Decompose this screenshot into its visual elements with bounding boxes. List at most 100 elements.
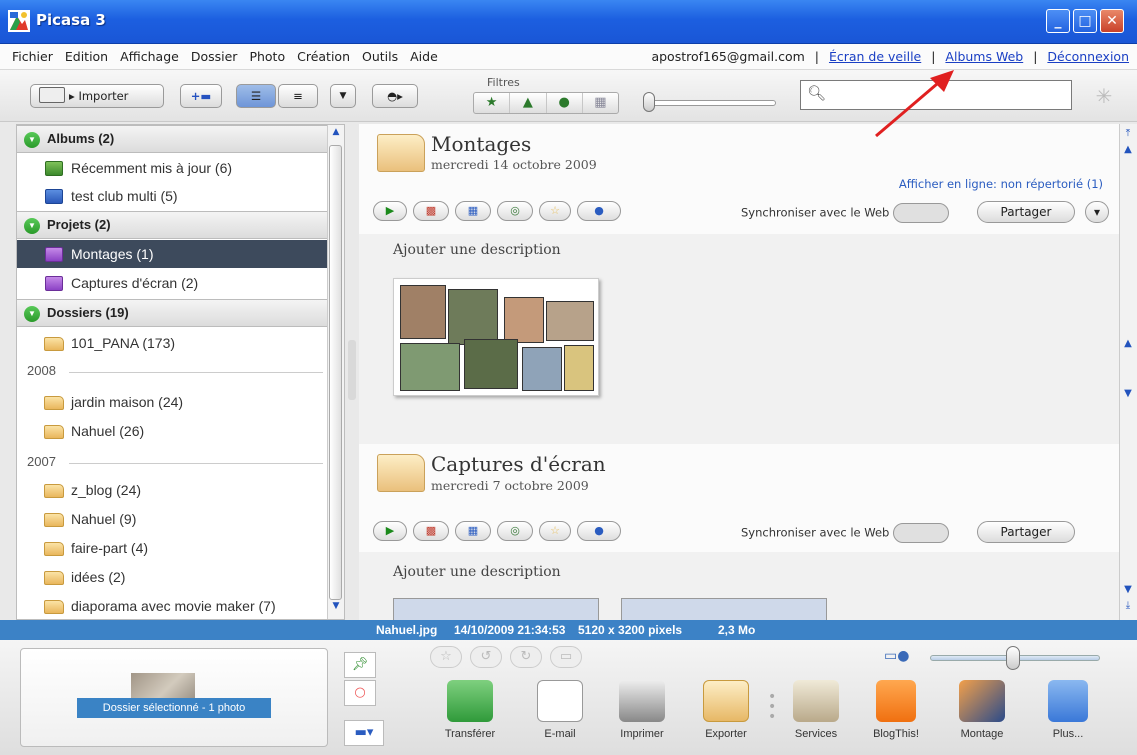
filter-slider-track[interactable] [650, 100, 776, 106]
more-button[interactable]: Plus... [1028, 680, 1108, 752]
sidebar-item-idees[interactable]: idées (2) [17, 563, 327, 591]
tree-view-button[interactable]: ≡ [278, 84, 318, 108]
web-albums-link[interactable]: Albums Web [945, 49, 1023, 64]
scroll-up-icon[interactable]: ▲ [1121, 144, 1135, 158]
group-title[interactable]: Montages [431, 132, 531, 156]
screensaver-link[interactable]: Écran de veille [829, 49, 921, 64]
sync-toggle[interactable] [893, 523, 950, 543]
play-slideshow-button[interactable]: ▶ [373, 521, 407, 541]
email-button[interactable]: E-mail [520, 680, 600, 752]
geotag-button[interactable]: ◎ [497, 521, 533, 541]
collage-button[interactable]: ▩ [413, 521, 449, 541]
new-album-button[interactable]: +▬ [180, 84, 222, 108]
tag-icon[interactable]: ▭ [550, 646, 582, 668]
sidebar-item-101-pana[interactable]: 101_PANA (173) [17, 329, 327, 357]
view-online-link[interactable]: Afficher en ligne: non répertorié (1) [899, 177, 1103, 191]
star-button[interactable]: ☆ [539, 521, 571, 541]
description-field[interactable]: Ajouter une description [393, 242, 561, 258]
movie-button[interactable]: ▦ [455, 201, 491, 221]
share-dropdown-button[interactable]: ▾ [1085, 201, 1109, 223]
menu-creation[interactable]: Création [291, 49, 356, 64]
print-button[interactable]: Imprimer [602, 680, 682, 752]
title-bar[interactable]: Picasa 3 _ □ ✕ [0, 0, 1137, 44]
close-button[interactable]: ✕ [1100, 9, 1124, 33]
menu-affichage[interactable]: Affichage [114, 49, 185, 64]
montage-button[interactable]: Montage [942, 680, 1022, 752]
view-options-button[interactable]: ▼ [330, 84, 356, 108]
menu-dossier[interactable]: Dossier [185, 49, 244, 64]
menu-photo[interactable]: Photo [243, 49, 291, 64]
section-folders[interactable]: ▼ Dossiers (19) [17, 299, 327, 327]
scroll-top-icon[interactable]: ⤒ [1121, 128, 1135, 142]
sidebar-item-nahuel-2007[interactable]: Nahuel (9) [17, 505, 327, 533]
sidebar-item-jardin-maison[interactable]: jardin maison (24) [17, 388, 327, 416]
description-field[interactable]: Ajouter une description [393, 564, 561, 580]
thumbnail-size-handle[interactable] [1006, 646, 1020, 670]
thumbnail-view-button[interactable]: ☰ [236, 84, 276, 108]
blogthis-button[interactable]: BlogThis! [856, 680, 936, 752]
sync-toggle[interactable] [893, 203, 950, 223]
people-button[interactable]: ◓▸ [372, 84, 418, 108]
geotag-button[interactable]: ◎ [497, 201, 533, 221]
screenshot-thumbnail[interactable] [621, 598, 827, 620]
sidebar-item-faire-part[interactable]: faire-part (4) [17, 534, 327, 562]
person-filter-icon[interactable]: ● [547, 93, 583, 113]
rotate-left-icon[interactable]: ↺ [470, 646, 502, 668]
sidebar-item-diaporama[interactable]: diaporama avec movie maker (7) [17, 592, 327, 619]
scroll-down-icon[interactable]: ▼ [1121, 584, 1135, 598]
scroll-down-icon[interactable]: ▼ [1121, 388, 1135, 402]
minimize-button[interactable]: _ [1046, 9, 1070, 33]
content-scrollbar[interactable] [1119, 124, 1137, 620]
group-title[interactable]: Captures d'écran [431, 452, 606, 476]
export-button[interactable]: Exporter [686, 680, 766, 752]
tray-tools: ☆ ↺ ↻ ▭ [430, 646, 582, 668]
star-icon[interactable]: ☆ [430, 646, 462, 668]
add-to-album-dropdown[interactable]: ▬▾ [344, 720, 384, 746]
section-albums[interactable]: ▼ Albums (2) [17, 125, 327, 153]
clear-tray-icon[interactable]: ○ [344, 680, 376, 706]
list-view-icon: ☰ [250, 89, 262, 103]
menu-fichier[interactable]: Fichier [6, 49, 59, 64]
people-tag-button[interactable]: ● [577, 521, 621, 541]
upload-filter-icon[interactable]: ▲ [510, 93, 547, 113]
share-button[interactable]: Partager [977, 521, 1075, 543]
screenshot-thumbnail[interactable] [393, 598, 599, 620]
maximize-button[interactable]: □ [1073, 9, 1097, 33]
montage-thumbnail[interactable] [393, 278, 599, 396]
folder-icon [377, 134, 425, 172]
collage-button[interactable]: ▩ [413, 201, 449, 221]
hold-pin-icon[interactable]: 📌︎ [344, 652, 376, 678]
filter-slider-handle[interactable] [643, 92, 655, 112]
logout-link[interactable]: Déconnexion [1047, 49, 1129, 64]
sidebar-item-test-club[interactable]: test club multi (5) [17, 182, 327, 210]
scroll-up-icon[interactable]: ▲ [329, 127, 343, 141]
star-button[interactable]: ☆ [539, 201, 571, 221]
scroll-bottom-icon[interactable]: ⤓ [1121, 600, 1135, 614]
menu-edition[interactable]: Edition [59, 49, 114, 64]
star-filter-icon[interactable]: ★ [474, 93, 511, 113]
play-slideshow-button[interactable]: ▶ [373, 201, 407, 221]
sidebar-item-z-blog[interactable]: z_blog (24) [17, 476, 327, 504]
menu-outils[interactable]: Outils [356, 49, 404, 64]
import-label: Importer [78, 89, 129, 103]
services-button[interactable]: Services [776, 680, 856, 752]
scroll-up-icon[interactable]: ▲ [1121, 338, 1135, 352]
rotate-right-icon[interactable]: ↻ [510, 646, 542, 668]
tray-selection-box[interactable]: Dossier sélectionné - 1 photo [20, 648, 328, 747]
movie-filter-icon[interactable]: ▦ [583, 93, 618, 113]
sidebar-item-nahuel-2008[interactable]: Nahuel (26) [17, 417, 327, 445]
upload-button[interactable]: Transférer [430, 680, 510, 752]
import-button[interactable]: ▸ Importer [30, 84, 164, 108]
sidebar-scrollbar-thumb[interactable] [329, 145, 342, 600]
sidebar-item-recent[interactable]: Récemment mis à jour (6) [17, 154, 327, 182]
sidebar-item-captures[interactable]: Captures d'écran (2) [17, 269, 327, 297]
sidebar-item-montages[interactable]: Montages (1) [17, 240, 327, 268]
menu-aide[interactable]: Aide [404, 49, 444, 64]
scroll-down-icon[interactable]: ▼ [329, 601, 343, 615]
people-tag-button[interactable]: ● [577, 201, 621, 221]
section-projects[interactable]: ▼ Projets (2) [17, 211, 327, 239]
share-button[interactable]: Partager [977, 201, 1075, 223]
movie-button[interactable]: ▦ [455, 521, 491, 541]
pane-splitter[interactable] [348, 340, 356, 400]
sync-web-control: Synchroniser avec le Web [741, 203, 950, 223]
